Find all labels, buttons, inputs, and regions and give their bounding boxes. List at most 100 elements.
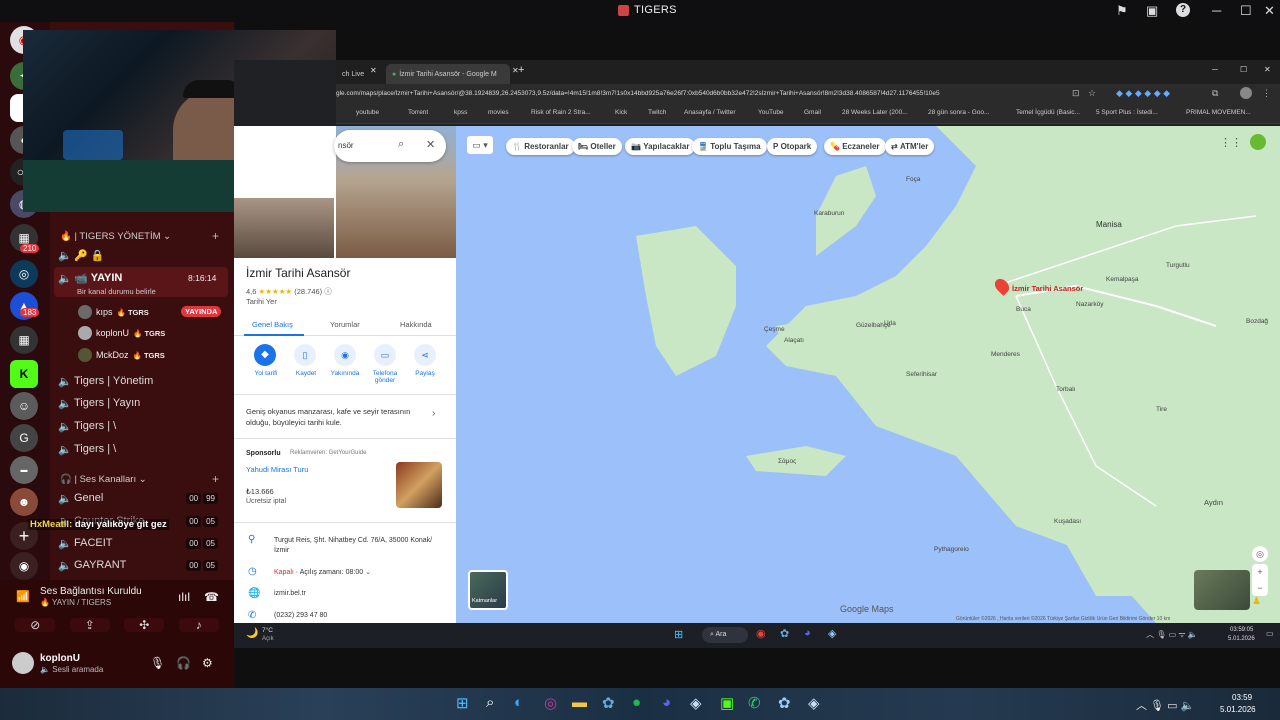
- date[interactable]: 5.01.2026: [1228, 636, 1255, 642]
- maximize-button[interactable]: ☐: [1240, 3, 1252, 19]
- bookmark[interactable]: PRIMAL MOVEMEN...: [1186, 109, 1251, 116]
- server-folder-icon[interactable]: ▦: [10, 326, 38, 354]
- bookmark[interactable]: 28 gün sonra - Goo...: [928, 109, 989, 116]
- bookmark[interactable]: 28 Weeks Later (200...: [842, 109, 908, 116]
- whatsapp-icon[interactable]: ✆: [748, 694, 761, 712]
- clock[interactable]: 03:59: [1232, 693, 1252, 702]
- steam-icon[interactable]: ◈: [828, 627, 836, 640]
- spotify-icon[interactable]: ●: [632, 694, 641, 711]
- menu-icon[interactable]: ⋮: [1262, 88, 1271, 99]
- voice-channel[interactable]: 🔈 GAYRANT 00 05: [58, 555, 230, 575]
- tab-about[interactable]: Hakkında: [400, 320, 432, 329]
- voice-user[interactable]: koplonU 🔥 TGRS: [78, 326, 165, 340]
- search-icon[interactable]: ⌕: [486, 694, 494, 711]
- review-count[interactable]: (28.746): [294, 287, 322, 296]
- category-header[interactable]: 🔥 | TIGERS YÖNETİM ⌄: [60, 231, 171, 242]
- chrome-icon[interactable]: ◉: [756, 627, 766, 640]
- text-channel[interactable]: 🔈 Tigers | \: [58, 416, 230, 436]
- bookmark-star-icon[interactable]: ☆: [1088, 88, 1096, 99]
- minimize-button[interactable]: ─: [1212, 3, 1221, 18]
- text-channel[interactable]: 🔈 Tigers | Yönetim: [58, 371, 230, 391]
- file-explorer-icon[interactable]: ▬: [572, 694, 587, 711]
- search-box[interactable]: nsör ⌕ ✕: [334, 130, 446, 162]
- disconnect-icon[interactable]: ☎: [204, 590, 219, 604]
- app-icon[interactable]: ◎: [544, 694, 557, 712]
- address-bar[interactable]: gle.com/maps/place/İzmir+Tarihi+Asansör/…: [336, 84, 1280, 106]
- taskbar-search[interactable]: ⌕ Ara: [702, 627, 748, 643]
- inbox-icon[interactable]: ⚑: [1116, 3, 1128, 19]
- camera-off-icon[interactable]: ⊘: [15, 618, 56, 632]
- discord-icon[interactable]: ◕: [804, 627, 811, 639]
- steam-icon[interactable]: ◈: [690, 694, 702, 712]
- bookmark[interactable]: YouTube: [758, 109, 784, 116]
- notifications-icon[interactable]: ▭: [1266, 629, 1274, 638]
- windows-start-icon[interactable]: ⊞: [456, 694, 469, 712]
- help-icon[interactable]: ?: [1176, 3, 1190, 17]
- app-icon[interactable]: ✿: [780, 627, 789, 640]
- activities-icon[interactable]: ✣: [124, 618, 165, 632]
- chip-restaurants[interactable]: 🍴 Restoranlar: [506, 138, 575, 155]
- install-icon[interactable]: ⊡: [1072, 88, 1080, 99]
- soundboard-button-icon[interactable]: ♪: [178, 618, 219, 632]
- chip-pharmacies[interactable]: 💊 Eczaneler: [824, 138, 886, 155]
- chip-things-to-do[interactable]: 📷 Yapılacaklar: [625, 138, 696, 155]
- action-label[interactable]: Telefona gönder: [366, 370, 404, 384]
- my-location-icon[interactable]: ◎: [1252, 546, 1268, 562]
- headphones-icon[interactable]: 🎧: [176, 656, 191, 670]
- text-channel[interactable]: 🔈 Tigers | \: [58, 439, 230, 459]
- system-tray-icons[interactable]: ︿ 🎙 ▭ ᯤ 🔈: [1146, 629, 1198, 640]
- hours[interactable]: Kapalı · Açılış zamanı: 08:00 ⌄: [274, 568, 371, 576]
- chip-parking[interactable]: P Otopark: [767, 138, 818, 155]
- apps-grid-icon[interactable]: ⋮⋮: [1220, 136, 1242, 149]
- clock[interactable]: 03:59:05: [1230, 627, 1253, 633]
- add-channel-icon[interactable]: +: [212, 472, 219, 486]
- place-description[interactable]: Geniş okyanus manzarası, kafe ve seyir t…: [246, 406, 418, 428]
- temperature[interactable]: 7°C: [262, 627, 273, 634]
- app-icon[interactable]: ✿: [778, 694, 791, 712]
- action-label[interactable]: Yakınında: [326, 370, 364, 377]
- close-button[interactable]: ✕: [1264, 3, 1275, 19]
- soundboard-icon[interactable]: ılıl: [178, 590, 190, 604]
- voice-user[interactable]: kıps 🔥 TGRS: [78, 305, 149, 319]
- directions-icon[interactable]: ◆: [254, 344, 276, 366]
- layers-button[interactable]: Katmanlar: [468, 570, 508, 610]
- category-header[interactable]: 🎧 | Ses Kanalları ⌄: [60, 474, 147, 485]
- close-button[interactable]: ✕: [1264, 65, 1271, 74]
- screen-share-icon[interactable]: ⇪: [69, 618, 110, 632]
- profile-avatar[interactable]: [1240, 87, 1252, 99]
- close-icon[interactable]: ✕: [426, 138, 435, 151]
- kick-app-icon[interactable]: ▣: [720, 694, 734, 712]
- minimize-button[interactable]: ─: [1212, 65, 1218, 74]
- new-tab-icon[interactable]: +: [518, 64, 524, 76]
- discord-icon[interactable]: ◕: [662, 694, 671, 711]
- locked-channel[interactable]: 🔈 🔑 🔒: [58, 245, 230, 265]
- monitor-icon[interactable]: ▣: [1146, 3, 1158, 19]
- server-icon[interactable]: ▬: [10, 456, 38, 484]
- search-input[interactable]: nsör: [338, 141, 354, 150]
- system-tray-icons[interactable]: ︿ 🎙 ▭ 🔈: [1136, 697, 1194, 713]
- keyboard-icon[interactable]: ▭ ▾: [467, 136, 493, 154]
- address[interactable]: Turgut Reis, Şht. Nihatbey Cd. 76/A, 350…: [274, 536, 442, 556]
- tab-close-icon[interactable]: ✕: [370, 66, 377, 75]
- action-label[interactable]: Yol tarifi: [248, 370, 284, 377]
- voice-user[interactable]: MckDoz 🔥 TGRS: [78, 348, 165, 362]
- channel-status[interactable]: Bir kanal durumu belirle: [77, 287, 156, 296]
- browser-tab-active[interactable]: ● İzmir Tarihi Asansör - Google M: [386, 64, 510, 84]
- action-label[interactable]: Paylaş: [406, 370, 444, 377]
- date[interactable]: 5.01.2026: [1220, 705, 1256, 714]
- zoom-controls[interactable]: + −: [1252, 564, 1268, 596]
- send-to-phone-icon[interactable]: ▭: [374, 344, 396, 366]
- bookmark[interactable]: kpss: [454, 109, 467, 116]
- voice-channel[interactable]: 🔈 FACEIT 00 05: [58, 533, 230, 553]
- nearby-icon[interactable]: ◉: [334, 344, 356, 366]
- pegman-icon[interactable]: ♟: [1252, 596, 1261, 607]
- chevron-right-icon[interactable]: ›: [432, 408, 435, 419]
- connection-status[interactable]: Ses Bağlantısı Kuruldu: [40, 586, 142, 597]
- chip-transit[interactable]: 🚆 Toplu Taşıma: [692, 138, 767, 155]
- maximize-button[interactable]: ☐: [1240, 65, 1247, 74]
- settings-gear-icon[interactable]: ⚙: [202, 656, 213, 670]
- text-channel[interactable]: 🔈 Tigers | Yayın: [58, 393, 230, 413]
- bookmark[interactable]: Kick: [615, 109, 627, 116]
- phone[interactable]: (0232) 293 47 80: [274, 612, 327, 619]
- voice-channel[interactable]: 🔈 Genel 00 99: [58, 488, 230, 508]
